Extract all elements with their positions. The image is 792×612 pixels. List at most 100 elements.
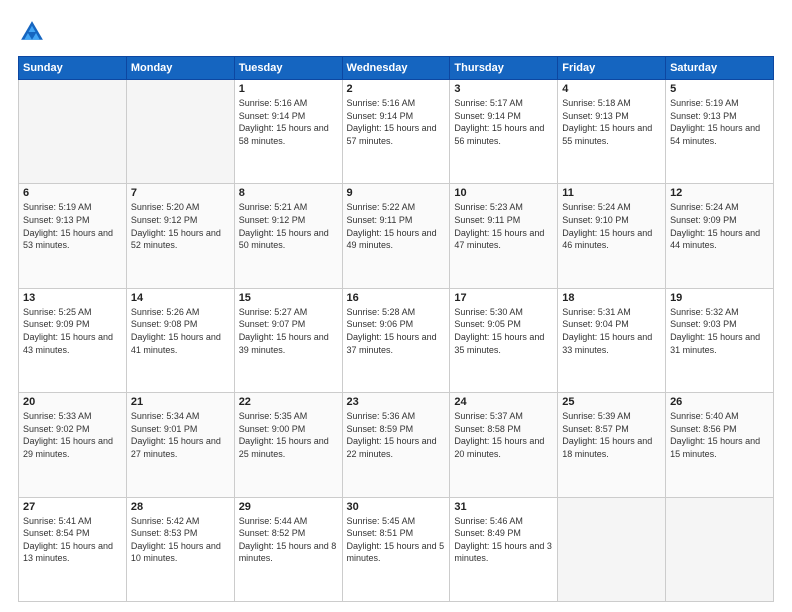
day-header-friday: Friday — [558, 57, 666, 80]
day-number: 21 — [131, 396, 230, 408]
calendar-cell: 12 Sunrise: 5:24 AMSunset: 9:09 PMDayligh… — [666, 184, 774, 288]
calendar-cell: 24 Sunrise: 5:37 AMSunset: 8:58 PMDayligh… — [450, 393, 558, 497]
day-number: 24 — [454, 396, 553, 408]
day-detail: Sunrise: 5:19 AMSunset: 9:13 PMDaylight:… — [670, 97, 769, 147]
day-number: 10 — [454, 187, 553, 199]
calendar-cell: 4 Sunrise: 5:18 AMSunset: 9:13 PMDaylight… — [558, 80, 666, 184]
day-detail: Sunrise: 5:20 AMSunset: 9:12 PMDaylight:… — [131, 201, 230, 251]
calendar-cell: 30 Sunrise: 5:45 AMSunset: 8:51 PMDayligh… — [342, 497, 450, 601]
day-detail: Sunrise: 5:28 AMSunset: 9:06 PMDaylight:… — [347, 306, 446, 356]
calendar-cell: 31 Sunrise: 5:46 AMSunset: 8:49 PMDayligh… — [450, 497, 558, 601]
day-number: 29 — [239, 501, 338, 513]
calendar-body: 1 Sunrise: 5:16 AMSunset: 9:14 PMDaylight… — [19, 80, 774, 602]
calendar-cell: 8 Sunrise: 5:21 AMSunset: 9:12 PMDaylight… — [234, 184, 342, 288]
day-header-saturday: Saturday — [666, 57, 774, 80]
day-detail: Sunrise: 5:16 AMSunset: 9:14 PMDaylight:… — [347, 97, 446, 147]
day-detail: Sunrise: 5:46 AMSunset: 8:49 PMDaylight:… — [454, 515, 553, 565]
day-header-sunday: Sunday — [19, 57, 127, 80]
calendar-cell: 5Sunrise: 5:19 AMSunset: 9:13 PMDaylight… — [666, 80, 774, 184]
calendar-week-row: 1 Sunrise: 5:16 AMSunset: 9:14 PMDaylight… — [19, 80, 774, 184]
day-number: 26 — [670, 396, 769, 408]
day-number: 6 — [23, 187, 122, 199]
day-number: 7 — [131, 187, 230, 199]
day-detail: Sunrise: 5:45 AMSunset: 8:51 PMDaylight:… — [347, 515, 446, 565]
day-number: 1 — [239, 83, 338, 95]
calendar-cell: 28 Sunrise: 5:42 AMSunset: 8:53 PMDayligh… — [126, 497, 234, 601]
calendar-cell: 17 Sunrise: 5:30 AMSunset: 9:05 PMDayligh… — [450, 288, 558, 392]
day-number: 4 — [562, 83, 661, 95]
day-number: 16 — [347, 292, 446, 304]
day-detail: Sunrise: 5:33 AMSunset: 9:02 PMDaylight:… — [23, 410, 122, 460]
day-number: 9 — [347, 187, 446, 199]
day-detail: Sunrise: 5:25 AMSunset: 9:09 PMDaylight:… — [23, 306, 122, 356]
day-detail: Sunrise: 5:18 AMSunset: 9:13 PMDaylight:… — [562, 97, 661, 147]
calendar-week-row: 27Sunrise: 5:41 AMSunset: 8:54 PMDayligh… — [19, 497, 774, 601]
day-number: 28 — [131, 501, 230, 513]
day-detail: Sunrise: 5:42 AMSunset: 8:53 PMDaylight:… — [131, 515, 230, 565]
calendar-cell: 26 Sunrise: 5:40 AMSunset: 8:56 PMDayligh… — [666, 393, 774, 497]
day-number: 23 — [347, 396, 446, 408]
calendar-cell: 22 Sunrise: 5:35 AMSunset: 9:00 PMDayligh… — [234, 393, 342, 497]
day-number: 8 — [239, 187, 338, 199]
day-detail: Sunrise: 5:35 AMSunset: 9:00 PMDaylight:… — [239, 410, 338, 460]
calendar-cell: 19 Sunrise: 5:32 AMSunset: 9:03 PMDayligh… — [666, 288, 774, 392]
day-detail: Sunrise: 5:21 AMSunset: 9:12 PMDaylight:… — [239, 201, 338, 251]
day-detail: Sunrise: 5:32 AMSunset: 9:03 PMDaylight:… — [670, 306, 769, 356]
calendar-cell: 9 Sunrise: 5:22 AMSunset: 9:11 PMDaylight… — [342, 184, 450, 288]
calendar-cell: 25Sunrise: 5:39 AMSunset: 8:57 PMDayligh… — [558, 393, 666, 497]
day-detail: Sunrise: 5:19 AMSunset: 9:13 PMDaylight:… — [23, 201, 122, 251]
day-detail: Sunrise: 5:27 AMSunset: 9:07 PMDaylight:… — [239, 306, 338, 356]
day-detail: Sunrise: 5:37 AMSunset: 8:58 PMDaylight:… — [454, 410, 553, 460]
calendar-cell: 15 Sunrise: 5:27 AMSunset: 9:07 PMDayligh… — [234, 288, 342, 392]
day-detail: Sunrise: 5:16 AMSunset: 9:14 PMDaylight:… — [239, 97, 338, 147]
calendar-cell: 3 Sunrise: 5:17 AMSunset: 9:14 PMDaylight… — [450, 80, 558, 184]
calendar-cell: 11 Sunrise: 5:24 AMSunset: 9:10 PMDayligh… — [558, 184, 666, 288]
calendar-table: SundayMondayTuesdayWednesdayThursdayFrid… — [18, 56, 774, 602]
day-detail: Sunrise: 5:23 AMSunset: 9:11 PMDaylight:… — [454, 201, 553, 251]
day-number: 31 — [454, 501, 553, 513]
day-number: 18 — [562, 292, 661, 304]
calendar-cell: 18 Sunrise: 5:31 AMSunset: 9:04 PMDayligh… — [558, 288, 666, 392]
calendar-cell: 13 Sunrise: 5:25 AMSunset: 9:09 PMDayligh… — [19, 288, 127, 392]
day-detail: Sunrise: 5:17 AMSunset: 9:14 PMDaylight:… — [454, 97, 553, 147]
day-number: 15 — [239, 292, 338, 304]
day-number: 13 — [23, 292, 122, 304]
day-header-wednesday: Wednesday — [342, 57, 450, 80]
day-header-thursday: Thursday — [450, 57, 558, 80]
calendar-cell: 27Sunrise: 5:41 AMSunset: 8:54 PMDayligh… — [19, 497, 127, 601]
day-number: 19 — [670, 292, 769, 304]
day-number: 17 — [454, 292, 553, 304]
calendar-cell: 14Sunrise: 5:26 AMSunset: 9:08 PMDayligh… — [126, 288, 234, 392]
day-detail: Sunrise: 5:31 AMSunset: 9:04 PMDaylight:… — [562, 306, 661, 356]
day-detail: Sunrise: 5:22 AMSunset: 9:11 PMDaylight:… — [347, 201, 446, 251]
calendar-cell: 10 Sunrise: 5:23 AMSunset: 9:11 PMDayligh… — [450, 184, 558, 288]
day-detail: Sunrise: 5:40 AMSunset: 8:56 PMDaylight:… — [670, 410, 769, 460]
day-detail: Sunrise: 5:36 AMSunset: 8:59 PMDaylight:… — [347, 410, 446, 460]
header — [18, 18, 774, 46]
calendar-cell: 23 Sunrise: 5:36 AMSunset: 8:59 PMDayligh… — [342, 393, 450, 497]
day-detail: Sunrise: 5:34 AMSunset: 9:01 PMDaylight:… — [131, 410, 230, 460]
calendar-cell — [126, 80, 234, 184]
day-number: 27 — [23, 501, 122, 513]
logo — [18, 18, 50, 46]
day-detail: Sunrise: 5:30 AMSunset: 9:05 PMDaylight:… — [454, 306, 553, 356]
day-detail: Sunrise: 5:24 AMSunset: 9:09 PMDaylight:… — [670, 201, 769, 251]
calendar-week-row: 6 Sunrise: 5:19 AMSunset: 9:13 PMDaylight… — [19, 184, 774, 288]
day-number: 30 — [347, 501, 446, 513]
day-number: 3 — [454, 83, 553, 95]
calendar-week-row: 20 Sunrise: 5:33 AMSunset: 9:02 PMDayligh… — [19, 393, 774, 497]
calendar-cell: 29 Sunrise: 5:44 AMSunset: 8:52 PMDayligh… — [234, 497, 342, 601]
page: SundayMondayTuesdayWednesdayThursdayFrid… — [0, 0, 792, 612]
day-header-monday: Monday — [126, 57, 234, 80]
day-detail: Sunrise: 5:39 AMSunset: 8:57 PMDaylight:… — [562, 410, 661, 460]
day-number: 11 — [562, 187, 661, 199]
day-detail: Sunrise: 5:44 AMSunset: 8:52 PMDaylight:… — [239, 515, 338, 565]
calendar-cell: 6 Sunrise: 5:19 AMSunset: 9:13 PMDaylight… — [19, 184, 127, 288]
day-number: 20 — [23, 396, 122, 408]
calendar-week-row: 13 Sunrise: 5:25 AMSunset: 9:09 PMDayligh… — [19, 288, 774, 392]
calendar-cell — [558, 497, 666, 601]
day-number: 12 — [670, 187, 769, 199]
day-number: 22 — [239, 396, 338, 408]
day-detail: Sunrise: 5:24 AMSunset: 9:10 PMDaylight:… — [562, 201, 661, 251]
calendar-header-row: SundayMondayTuesdayWednesdayThursdayFrid… — [19, 57, 774, 80]
